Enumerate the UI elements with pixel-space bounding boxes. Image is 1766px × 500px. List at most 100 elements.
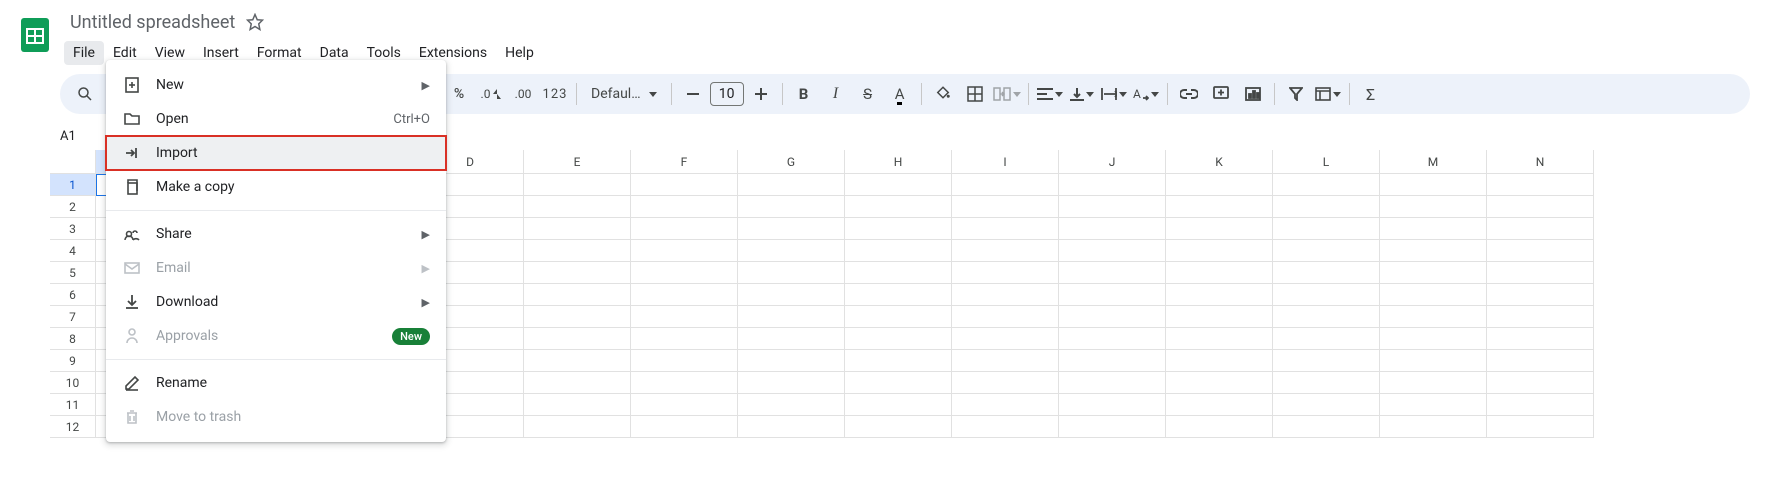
cell[interactable]	[1487, 372, 1594, 394]
text-color-button[interactable]: A	[885, 79, 915, 109]
cell[interactable]	[1166, 328, 1273, 350]
cell[interactable]	[1487, 350, 1594, 372]
cell[interactable]	[1166, 196, 1273, 218]
cell[interactable]	[1059, 262, 1166, 284]
col-header[interactable]: I	[952, 150, 1059, 174]
filter-button[interactable]	[1281, 79, 1311, 109]
cell[interactable]	[1487, 240, 1594, 262]
cell[interactable]	[1273, 328, 1380, 350]
col-header[interactable]: M	[1380, 150, 1487, 174]
cell[interactable]	[1059, 174, 1166, 196]
horizontal-align-button[interactable]	[1035, 79, 1065, 109]
col-header[interactable]: F	[631, 150, 738, 174]
more-formats-button[interactable]: 123	[540, 79, 570, 109]
strikethrough-button[interactable]: S	[853, 79, 883, 109]
cell[interactable]	[631, 174, 738, 196]
cell[interactable]	[952, 218, 1059, 240]
cell[interactable]	[631, 284, 738, 306]
cell[interactable]	[1380, 394, 1487, 416]
cell[interactable]	[845, 394, 952, 416]
cell[interactable]	[631, 372, 738, 394]
cell[interactable]	[1487, 196, 1594, 218]
cell[interactable]	[1059, 394, 1166, 416]
cell[interactable]	[1273, 196, 1380, 218]
cell[interactable]	[1166, 306, 1273, 328]
cell[interactable]	[631, 416, 738, 438]
cell[interactable]	[1273, 262, 1380, 284]
cell[interactable]	[738, 350, 845, 372]
vertical-align-button[interactable]	[1067, 79, 1097, 109]
cell[interactable]	[1380, 240, 1487, 262]
font-size-input[interactable]: 10	[710, 82, 744, 106]
bold-button[interactable]: B	[789, 79, 819, 109]
cell[interactable]	[1059, 306, 1166, 328]
cell[interactable]	[1487, 284, 1594, 306]
filter-views-button[interactable]	[1313, 79, 1343, 109]
cell[interactable]	[631, 306, 738, 328]
cell[interactable]	[1380, 218, 1487, 240]
decrease-font-size-button[interactable]	[678, 79, 708, 109]
cell[interactable]	[1059, 416, 1166, 438]
cell[interactable]	[1166, 372, 1273, 394]
cell[interactable]	[1273, 372, 1380, 394]
star-icon[interactable]	[241, 8, 269, 36]
cell[interactable]	[1380, 262, 1487, 284]
col-header[interactable]: K	[1166, 150, 1273, 174]
increase-font-size-button[interactable]	[746, 79, 776, 109]
col-header[interactable]: H	[845, 150, 952, 174]
cell[interactable]	[1273, 416, 1380, 438]
cell[interactable]	[845, 350, 952, 372]
row-header[interactable]: 6	[50, 284, 96, 306]
cell[interactable]	[1166, 350, 1273, 372]
cell[interactable]	[738, 240, 845, 262]
cell[interactable]	[631, 240, 738, 262]
cell[interactable]	[845, 262, 952, 284]
cell[interactable]	[1487, 262, 1594, 284]
cell[interactable]	[845, 218, 952, 240]
sheets-logo[interactable]	[16, 14, 56, 54]
fill-color-button[interactable]	[928, 79, 958, 109]
font-family-select[interactable]: Defaul…	[583, 80, 665, 108]
cell[interactable]	[1273, 284, 1380, 306]
cell[interactable]	[1380, 350, 1487, 372]
cell[interactable]	[738, 284, 845, 306]
cell[interactable]	[738, 196, 845, 218]
cell[interactable]	[845, 328, 952, 350]
cell[interactable]	[524, 372, 631, 394]
insert-comment-button[interactable]	[1206, 79, 1236, 109]
cell[interactable]	[952, 306, 1059, 328]
cell[interactable]	[952, 394, 1059, 416]
cell[interactable]	[845, 240, 952, 262]
menu-item-download[interactable]: Download ▶	[106, 285, 446, 319]
cell[interactable]	[738, 306, 845, 328]
cell[interactable]	[631, 262, 738, 284]
cell[interactable]	[1059, 196, 1166, 218]
row-header[interactable]: 4	[50, 240, 96, 262]
cell[interactable]	[1487, 218, 1594, 240]
row-header[interactable]: 12	[50, 416, 96, 438]
cell[interactable]	[738, 218, 845, 240]
col-header[interactable]: N	[1487, 150, 1594, 174]
row-header[interactable]: 11	[50, 394, 96, 416]
cell[interactable]	[1487, 416, 1594, 438]
cell[interactable]	[1487, 394, 1594, 416]
cell[interactable]	[845, 284, 952, 306]
insert-link-button[interactable]	[1174, 79, 1204, 109]
format-percent-button[interactable]: %	[444, 79, 474, 109]
cell[interactable]	[631, 394, 738, 416]
cell[interactable]	[1059, 328, 1166, 350]
decrease-decimal-button[interactable]: .0	[476, 79, 506, 109]
cell[interactable]	[1273, 306, 1380, 328]
cell[interactable]	[738, 372, 845, 394]
menu-item-move-to-trash[interactable]: Move to trash	[106, 400, 446, 434]
cell[interactable]	[738, 262, 845, 284]
cell[interactable]	[524, 350, 631, 372]
cell[interactable]	[1166, 262, 1273, 284]
cell[interactable]	[1166, 240, 1273, 262]
menu-item-rename[interactable]: Rename	[106, 366, 446, 400]
cell[interactable]	[952, 174, 1059, 196]
cell[interactable]	[524, 218, 631, 240]
cell[interactable]	[1059, 284, 1166, 306]
cell[interactable]	[524, 306, 631, 328]
cell[interactable]	[1166, 284, 1273, 306]
